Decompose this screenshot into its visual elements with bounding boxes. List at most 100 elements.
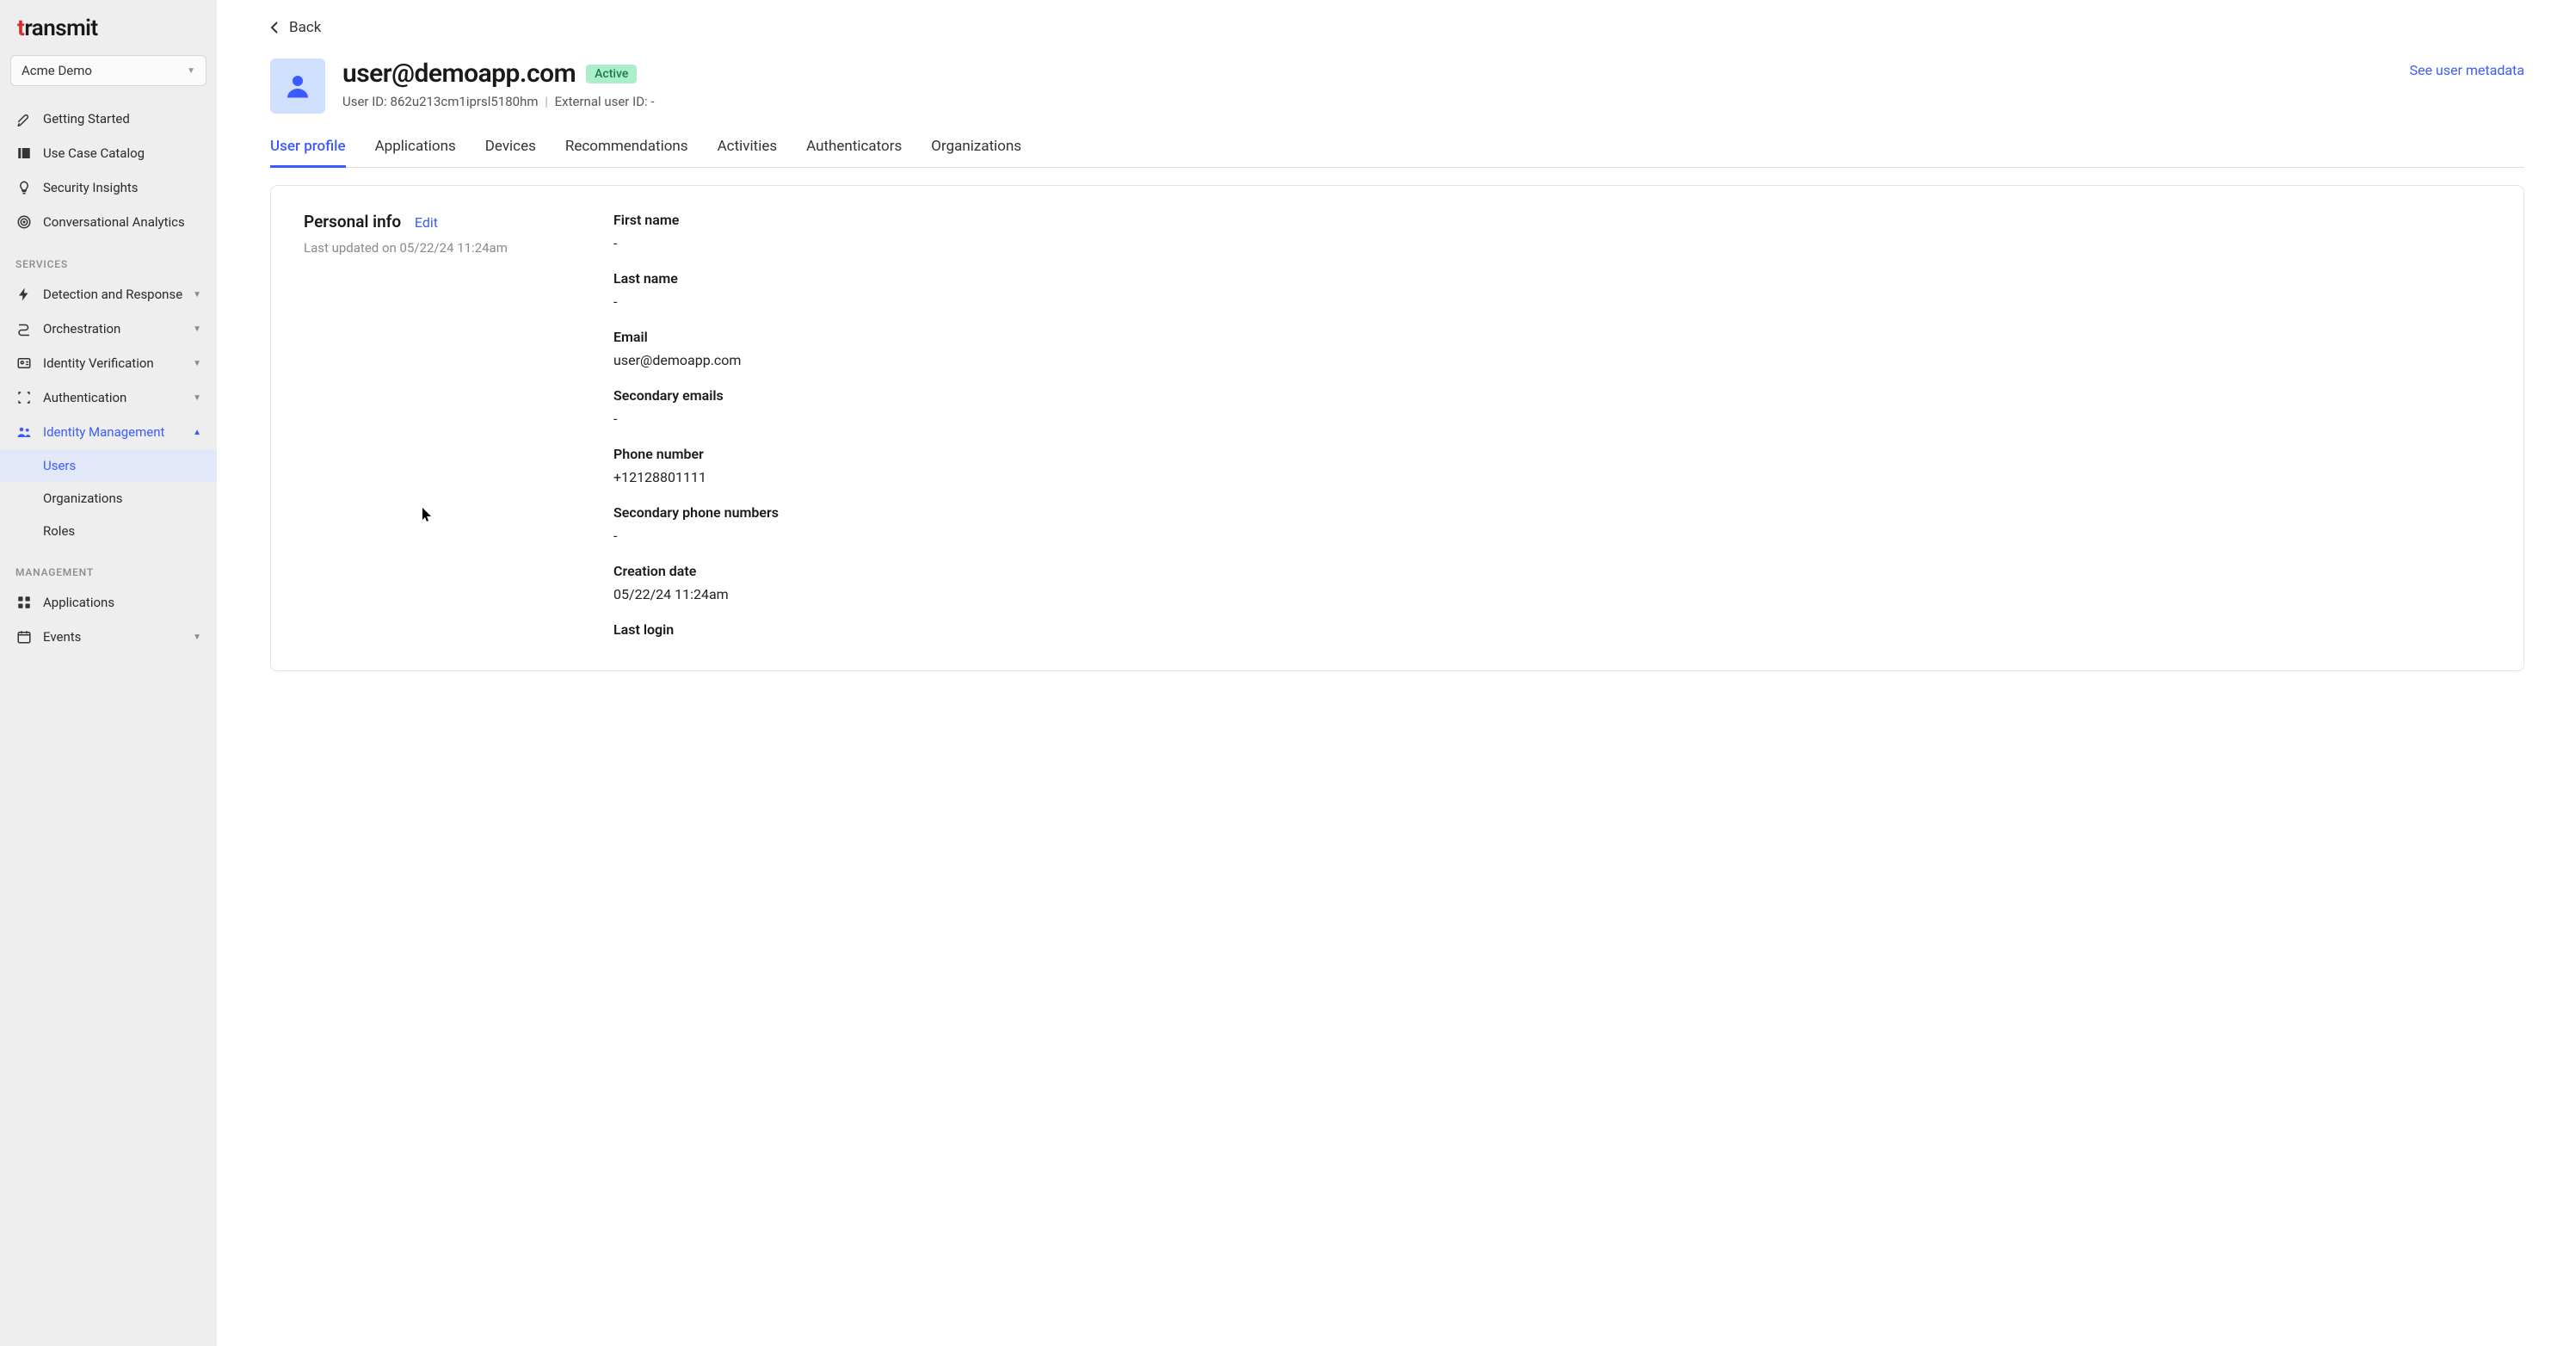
field-label: Secondary emails — [613, 387, 2491, 404]
sidebar-item-use-case-catalog[interactable]: Use Case Catalog — [0, 136, 217, 170]
sidebar-item-authentication[interactable]: Authentication ▼ — [0, 380, 217, 415]
brand-logo: transmit — [0, 0, 217, 53]
chevron-up-icon: ▲ — [193, 428, 201, 437]
sidebar-item-label: Events — [43, 629, 81, 645]
people-icon — [15, 423, 33, 441]
field-label: Email — [613, 329, 2491, 345]
user-tabs: User profile Applications Devices Recomm… — [270, 133, 2524, 168]
sidebar-item-identity-management[interactable]: Identity Management ▲ — [0, 415, 217, 449]
user-email-title: user@demoapp.com — [342, 59, 576, 89]
sidebar: transmit Acme Demo ▼ Getting Started Use… — [0, 0, 217, 1346]
tab-devices[interactable]: Devices — [485, 133, 536, 167]
sidebar-item-label: Users — [43, 458, 76, 473]
sidebar-item-roles[interactable]: Roles — [0, 515, 217, 547]
field-label: Last name — [613, 270, 2491, 287]
field-value: +12128801111 — [613, 469, 2491, 485]
chevron-down-icon: ▼ — [193, 359, 201, 368]
external-id-value: - — [650, 94, 654, 109]
see-user-metadata-link[interactable]: See user metadata — [2409, 62, 2524, 78]
sidebar-item-label: Orchestration — [43, 321, 120, 336]
sidebar-item-events[interactable]: Events ▼ — [0, 620, 217, 654]
tab-applications[interactable]: Applications — [375, 133, 456, 167]
sidebar-item-organizations[interactable]: Organizations — [0, 482, 217, 515]
tenant-name: Acme Demo — [22, 63, 92, 78]
field-email: Email user@demoapp.com — [613, 329, 2491, 368]
sidebar-item-label: Organizations — [43, 491, 123, 506]
sidebar-item-label: Roles — [43, 523, 75, 539]
target-icon — [15, 213, 33, 231]
chevron-down-icon: ▼ — [193, 393, 201, 403]
field-label: Creation date — [613, 563, 2491, 579]
back-button[interactable]: Back — [270, 19, 321, 36]
sidebar-item-conversational-analytics[interactable]: Conversational Analytics — [0, 205, 217, 239]
sidebar-item-users[interactable]: Users — [0, 449, 217, 482]
sidebar-item-getting-started[interactable]: Getting Started — [0, 102, 217, 136]
bulb-icon — [15, 179, 33, 196]
sidebar-item-label: Detection and Response — [43, 287, 182, 302]
section-label-services: SERVICES — [0, 239, 217, 277]
chevron-left-icon — [270, 21, 279, 34]
field-secondary-emails: Secondary emails - — [613, 387, 2491, 427]
last-updated-text: Last updated on 05/22/24 11:24am — [304, 240, 613, 256]
chevron-down-icon: ▼ — [193, 324, 201, 334]
catalog-icon — [15, 145, 33, 162]
back-label: Back — [289, 19, 321, 36]
sidebar-item-label: Applications — [43, 595, 114, 610]
sidebar-item-label: Identity Management — [43, 424, 164, 440]
tenant-selector[interactable]: Acme Demo ▼ — [10, 55, 206, 86]
user-header: user@demoapp.com Active User ID: 862u213… — [270, 59, 2524, 114]
external-id-label: External user ID: — [555, 94, 648, 109]
personal-info-card: Personal info Edit Last updated on 05/22… — [270, 185, 2524, 671]
field-label: Last login — [613, 621, 2491, 638]
section-label-management: MANAGEMENT — [0, 547, 217, 585]
sidebar-item-label: Conversational Analytics — [43, 214, 185, 230]
field-value: - — [613, 293, 2491, 310]
sidebar-item-applications[interactable]: Applications — [0, 585, 217, 620]
field-phone-number: Phone number +12128801111 — [613, 446, 2491, 485]
field-creation-date: Creation date 05/22/24 11:24am — [613, 563, 2491, 602]
field-last-name: Last name - — [613, 270, 2491, 310]
field-value: - — [613, 528, 2491, 544]
user-avatar — [270, 59, 325, 114]
sidebar-item-label: Use Case Catalog — [43, 145, 145, 161]
field-label: Secondary phone numbers — [613, 504, 2491, 521]
field-value: user@demoapp.com — [613, 352, 2491, 368]
tab-activities[interactable]: Activities — [718, 133, 778, 167]
field-value: - — [613, 411, 2491, 427]
rocket-icon — [15, 110, 33, 127]
field-label: Phone number — [613, 446, 2491, 462]
main-content: Back user@demoapp.com Active User ID: 86… — [217, 0, 2576, 1346]
sidebar-item-security-insights[interactable]: Security Insights — [0, 170, 217, 205]
sidebar-item-label: Getting Started — [43, 111, 130, 127]
bolt-icon — [15, 286, 33, 303]
chevron-down-icon: ▼ — [193, 290, 201, 299]
sidebar-item-detection-response[interactable]: Detection and Response ▼ — [0, 277, 217, 312]
calendar-icon — [15, 628, 33, 645]
tab-recommendations[interactable]: Recommendations — [565, 133, 688, 167]
route-icon — [15, 320, 33, 337]
field-last-login: Last login — [613, 621, 2491, 638]
brackets-icon — [15, 389, 33, 406]
tab-authenticators[interactable]: Authenticators — [806, 133, 902, 167]
status-badge: Active — [586, 65, 637, 83]
field-first-name: First name - — [613, 212, 2491, 251]
field-value: 05/22/24 11:24am — [613, 586, 2491, 602]
field-value: - — [613, 235, 2491, 251]
chevron-down-icon: ▼ — [193, 633, 201, 642]
tab-organizations[interactable]: Organizations — [931, 133, 1021, 167]
user-id-label: User ID: — [342, 94, 387, 109]
sidebar-item-label: Identity Verification — [43, 355, 154, 371]
field-label: First name — [613, 212, 2491, 228]
personal-info-title: Personal info — [304, 212, 401, 232]
user-id-value: 862u213cm1iprsl5180hm — [391, 94, 539, 109]
grid-icon — [15, 594, 33, 611]
user-id-line: User ID: 862u213cm1iprsl5180hm | Externa… — [342, 94, 2409, 109]
field-secondary-phone-numbers: Secondary phone numbers - — [613, 504, 2491, 544]
tab-user-profile[interactable]: User profile — [270, 133, 346, 167]
edit-personal-info-link[interactable]: Edit — [415, 214, 438, 231]
sidebar-item-orchestration[interactable]: Orchestration ▼ — [0, 312, 217, 346]
sidebar-item-label: Security Insights — [43, 180, 139, 195]
sidebar-item-label: Authentication — [43, 390, 126, 405]
sidebar-item-identity-verification[interactable]: Identity Verification ▼ — [0, 346, 217, 380]
chevron-down-icon: ▼ — [187, 66, 195, 76]
